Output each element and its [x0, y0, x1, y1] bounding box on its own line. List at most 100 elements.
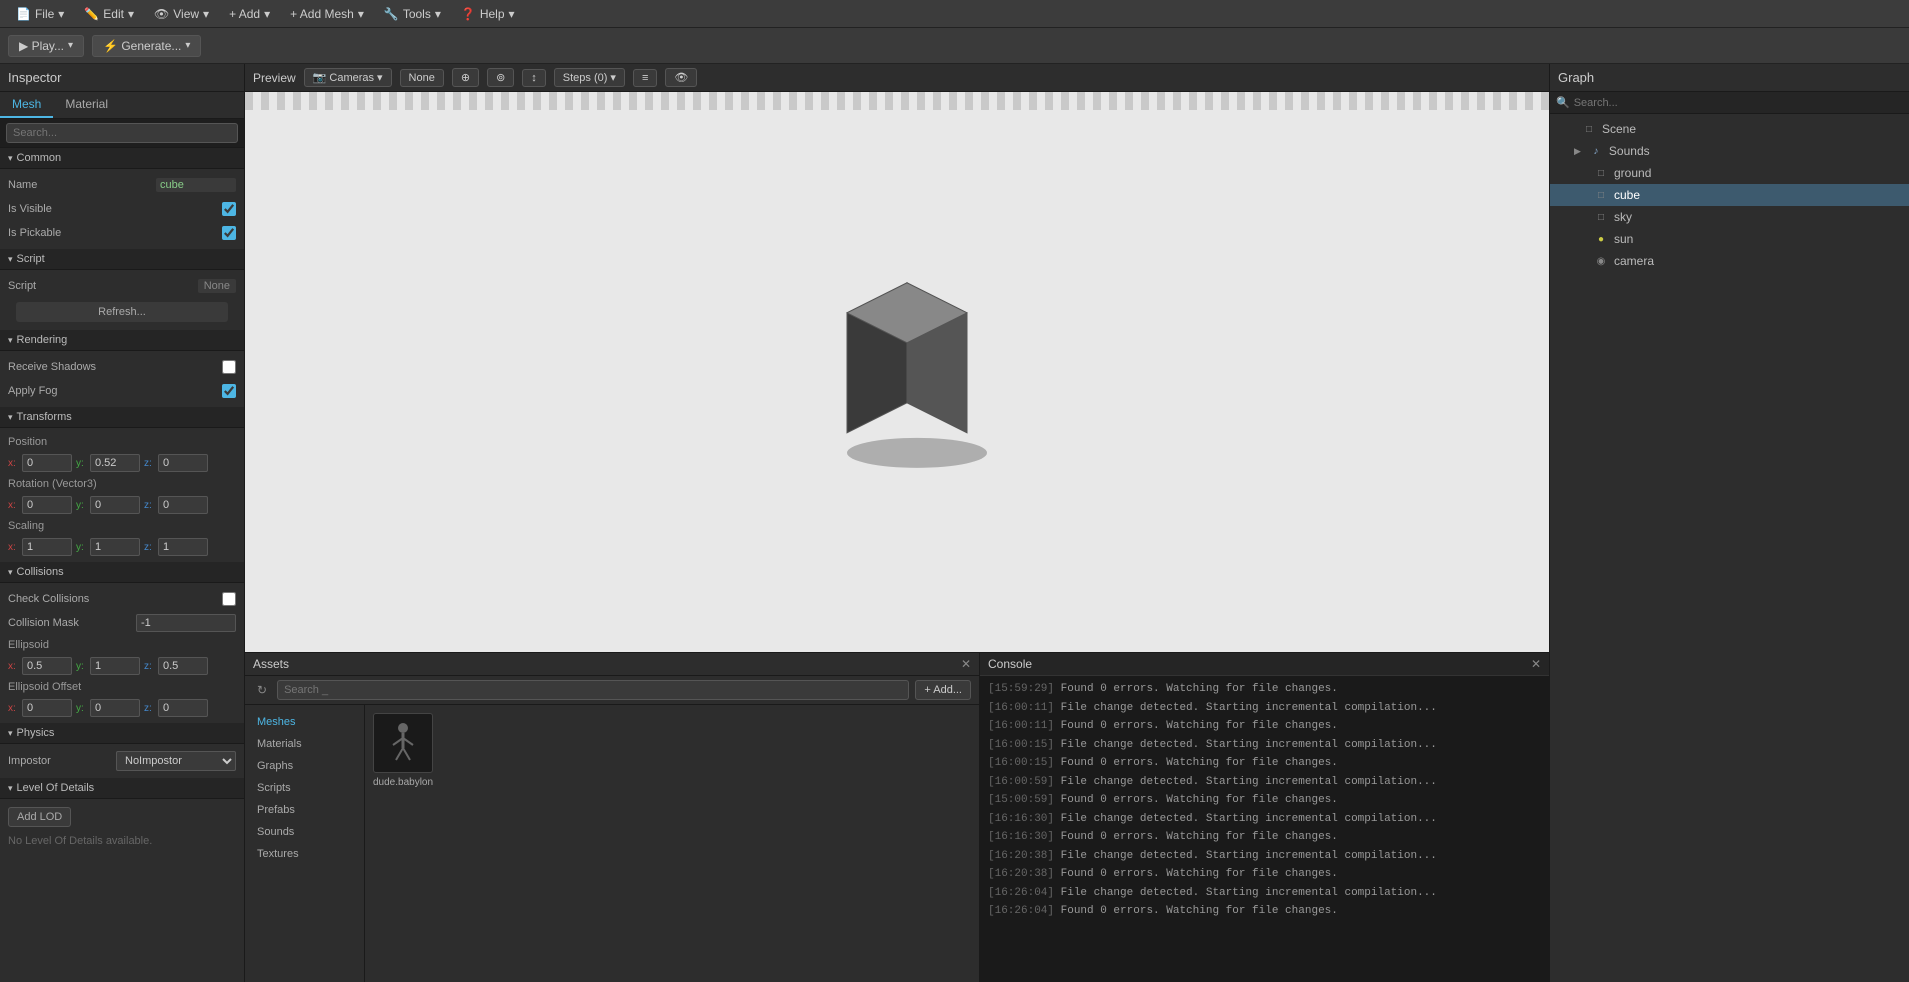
graph-tree-item[interactable]: ▶♪Sounds — [1550, 140, 1909, 162]
assets-nav-graphs[interactable]: Graphs — [245, 755, 364, 777]
add-mesh-arrow: ▾ — [358, 7, 364, 21]
scale-icon-btn[interactable]: ↕ — [522, 69, 546, 87]
menu-view[interactable]: 👁 View ▾ — [146, 5, 217, 23]
move-icon-btn[interactable]: ⊕ — [452, 68, 479, 87]
menu-file[interactable]: 📄 File ▾ — [8, 5, 72, 23]
graph-tree-item[interactable]: □cube — [1550, 184, 1909, 206]
console-message: File change detected. Starting increment… — [1061, 739, 1437, 751]
position-xyz: x: y: z: — [0, 452, 244, 474]
ellipsoid-x-input[interactable] — [22, 657, 72, 675]
play-button[interactable]: ▶ Play... ▾ — [8, 35, 84, 57]
position-z-input[interactable] — [158, 454, 208, 472]
console-message: Found 0 errors. Watching for file change… — [1061, 683, 1338, 695]
camera-icon: 📷 — [313, 71, 327, 84]
menu-add[interactable]: + Add ▾ — [221, 5, 278, 23]
menu-tools[interactable]: 🔧 Tools ▾ — [376, 5, 449, 23]
add-lod-button[interactable]: Add LOD — [8, 807, 71, 827]
tab-mesh[interactable]: Mesh — [0, 92, 53, 118]
assets-search-input[interactable] — [277, 680, 909, 700]
menu-add-mesh[interactable]: + Add Mesh ▾ — [282, 5, 372, 23]
graph-item-label: Scene — [1602, 122, 1636, 136]
scaling-z-input[interactable] — [158, 538, 208, 556]
section-physics[interactable]: ▾ Physics — [0, 723, 244, 744]
scaling-label: Scaling — [0, 516, 244, 536]
section-rendering[interactable]: ▾ Rendering — [0, 330, 244, 351]
console-timestamp: [15:00:59] — [988, 794, 1054, 806]
section-transforms[interactable]: ▾ Transforms — [0, 407, 244, 428]
impostor-select[interactable]: NoImpostor — [116, 751, 236, 771]
bottom-panels: Assets ✕ ↻ + Add... Meshes Materials Gra… — [245, 652, 1549, 982]
eye-button[interactable]: 👁 — [665, 68, 697, 87]
tab-material[interactable]: Material — [53, 92, 120, 118]
ellipsoid-y-input[interactable] — [90, 657, 140, 675]
none-button[interactable]: None — [400, 69, 444, 87]
graph-tree-item[interactable]: □sky — [1550, 206, 1909, 228]
section-lod[interactable]: ▾ Level Of Details — [0, 778, 244, 799]
apply-fog-checkbox[interactable] — [222, 384, 236, 398]
console-message: File change detected. Starting increment… — [1061, 887, 1437, 899]
scaling-y-input[interactable] — [90, 538, 140, 556]
graph-tree-item[interactable]: ◉camera — [1550, 250, 1909, 272]
prop-receive-shadows: Receive Shadows — [0, 355, 244, 379]
graph-search-input[interactable] — [1574, 97, 1903, 109]
graph-item-icon: ● — [1594, 232, 1608, 246]
preview-viewport[interactable] — [245, 92, 1549, 652]
graph-item-label: sky — [1614, 210, 1632, 224]
edit-icon: ✏️ — [84, 7, 99, 21]
cameras-button[interactable]: 📷 Cameras ▾ — [304, 68, 392, 87]
ellipsoid-z-input[interactable] — [158, 657, 208, 675]
position-x-input[interactable] — [22, 454, 72, 472]
scaling-x-input[interactable] — [22, 538, 72, 556]
console-timestamp: [16:16:30] — [988, 831, 1054, 843]
grid-button[interactable]: ≡ — [633, 69, 657, 87]
section-script[interactable]: ▾ Script — [0, 249, 244, 270]
collision-mask-input[interactable] — [136, 614, 236, 632]
refresh-button[interactable]: Refresh... — [16, 302, 228, 322]
assets-nav-materials[interactable]: Materials — [245, 733, 364, 755]
is-pickable-checkbox[interactable] — [222, 226, 236, 240]
check-collisions-checkbox[interactable] — [222, 592, 236, 606]
assets-nav-sounds[interactable]: Sounds — [245, 821, 364, 843]
rotation-xyz: x: y: z: — [0, 494, 244, 516]
assets-nav-prefabs[interactable]: Prefabs — [245, 799, 364, 821]
generate-button[interactable]: ⚡ Generate... ▾ — [92, 35, 201, 57]
assets-main: Meshes Materials Graphs Scripts Prefabs … — [245, 705, 979, 982]
section-collisions[interactable]: ▾ Collisions — [0, 562, 244, 583]
graph-tree-item[interactable]: □Scene — [1550, 118, 1909, 140]
console-message: Found 0 errors. Watching for file change… — [1061, 868, 1338, 880]
steps-button[interactable]: Steps (0) ▾ — [554, 68, 625, 87]
graph-tree-item[interactable]: □ground — [1550, 162, 1909, 184]
ellipsoid-offset-y-input[interactable] — [90, 699, 140, 717]
ellipsoid-offset-x-input[interactable] — [22, 699, 72, 717]
rotation-x-input[interactable] — [22, 496, 72, 514]
console-close-button[interactable]: ✕ — [1531, 657, 1541, 671]
console-timestamp: [16:20:38] — [988, 850, 1054, 862]
is-visible-checkbox[interactable] — [222, 202, 236, 216]
console-line: [16:20:38] Found 0 errors. Watching for … — [988, 865, 1541, 884]
assets-refresh-button[interactable]: ↻ — [253, 681, 271, 699]
graph-tree-item[interactable]: ●sun — [1550, 228, 1909, 250]
receive-shadows-checkbox[interactable] — [222, 360, 236, 374]
rotate-icon-btn[interactable]: ⊚ — [487, 68, 514, 87]
ellipsoid-offset-z-input[interactable] — [158, 699, 208, 717]
assets-add-button[interactable]: + Add... — [915, 680, 971, 700]
play-arrow: ▾ — [68, 40, 73, 51]
rotation-z-input[interactable] — [158, 496, 208, 514]
rotation-y-input[interactable] — [90, 496, 140, 514]
inspector-search-input[interactable] — [6, 123, 238, 143]
no-lod-text: No Level Of Details available. — [0, 831, 244, 851]
cube-svg — [747, 233, 1047, 483]
view-icon: 👁 — [154, 7, 169, 21]
menu-edit[interactable]: ✏️ Edit ▾ — [76, 5, 142, 23]
position-label: Position — [0, 432, 244, 452]
menu-help[interactable]: ❓ Help ▾ — [453, 5, 523, 23]
assets-close-button[interactable]: ✕ — [961, 657, 971, 671]
assets-nav-scripts[interactable]: Scripts — [245, 777, 364, 799]
section-common[interactable]: ▾ Common — [0, 148, 244, 169]
console-line: [16:00:11] Found 0 errors. Watching for … — [988, 717, 1541, 736]
assets-nav-meshes[interactable]: Meshes — [245, 711, 364, 733]
graph-search-container: 🔍 — [1550, 92, 1909, 114]
position-y-input[interactable] — [90, 454, 140, 472]
asset-item[interactable]: dude.babylon — [373, 713, 433, 788]
assets-nav-textures[interactable]: Textures — [245, 843, 364, 865]
